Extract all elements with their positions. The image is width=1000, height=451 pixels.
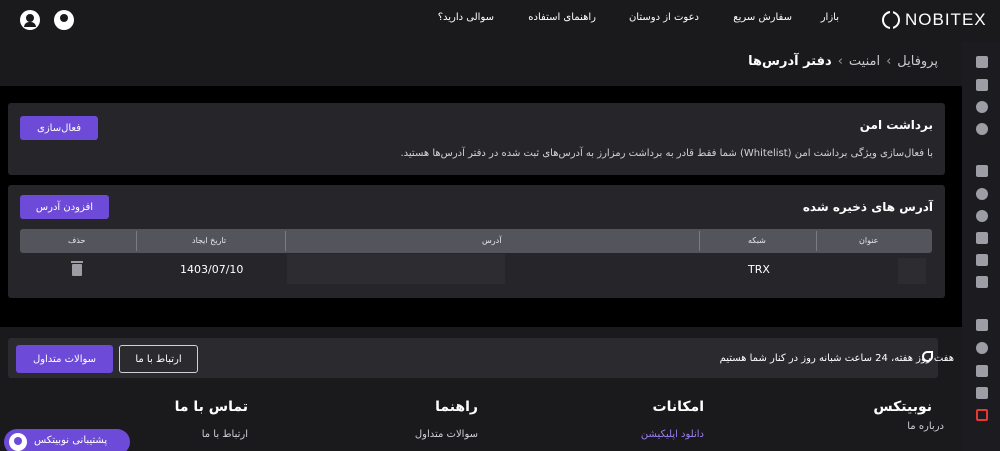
footer-link-download-app[interactable]: دانلود اپلیکیشن <box>641 429 704 440</box>
trash-icon[interactable] <box>71 261 83 276</box>
redacted-address <box>287 254 505 284</box>
exchange-icon[interactable] <box>976 101 988 113</box>
footer-col-features-title: امکانات <box>652 399 704 415</box>
nav-help[interactable]: راهنمای استفاده <box>528 12 596 23</box>
column-divider <box>699 231 700 251</box>
logout-icon[interactable] <box>976 409 988 421</box>
calendar-icon[interactable] <box>976 276 988 288</box>
earn-icon[interactable] <box>976 210 988 222</box>
column-network: شبکه <box>748 236 766 245</box>
contact-us-button[interactable]: ارتباط با ما <box>119 345 198 373</box>
support-agent-icon <box>9 433 27 451</box>
notification-icon[interactable] <box>54 10 74 30</box>
add-address-button[interactable]: افزودن آدرس <box>20 195 109 219</box>
breadcrumb-bar: پروفایل › امنیت › دفتر آدرس‌ها <box>0 42 962 86</box>
coin-icon[interactable] <box>976 188 988 200</box>
nobitex-logo-icon <box>882 10 900 30</box>
staking-icon[interactable] <box>976 232 988 244</box>
profile-icon[interactable] <box>976 319 988 331</box>
nav-invite-friends[interactable]: دعوت از دوستان <box>629 12 699 23</box>
support-hours-text: هفت روز هفته، 24 ساعت شبانه روز در کنار … <box>719 353 954 364</box>
column-divider <box>136 231 137 251</box>
footer-link-about[interactable]: درباره ما <box>907 421 944 432</box>
saved-addresses-title: آدرس های ذخیره شده <box>802 200 933 214</box>
footer-link-faq[interactable]: سوالات متداول <box>415 429 478 440</box>
column-title: عنوان <box>859 236 879 245</box>
faq-button[interactable]: سوالات متداول <box>16 345 113 373</box>
addresses-table-header: عنوان شبکه آدرس تاریخ ایجاد حذف <box>20 229 932 253</box>
safe-withdraw-description: با فعال‌سازی ویژگی برداشت امن (Whitelist… <box>400 148 933 159</box>
dashboard-icon[interactable] <box>976 56 988 68</box>
row-network: TRX <box>748 263 770 276</box>
breadcrumb-profile[interactable]: پروفایل <box>897 54 938 69</box>
report-icon[interactable] <box>976 165 988 177</box>
nav-questions[interactable]: سوالی دارید؟ <box>438 12 494 23</box>
nav-market[interactable]: بازار <box>821 12 839 23</box>
redacted-title <box>898 258 926 284</box>
referral-icon[interactable] <box>976 387 988 399</box>
column-divider <box>285 231 286 251</box>
logo-text: NOBITEX <box>905 10 987 29</box>
wallet-icon[interactable] <box>976 79 988 91</box>
security-shield-icon[interactable] <box>976 342 988 354</box>
footer-col-guide-title: راهنما <box>435 399 478 415</box>
column-address: آدرس <box>482 236 502 245</box>
breadcrumb-address-book: دفتر آدرس‌ها <box>748 54 832 69</box>
support-chat-label: پشتیبانی نوبیتکس <box>34 435 108 446</box>
row-created-date: 1403/07/10 <box>180 263 244 276</box>
crown-icon[interactable] <box>976 254 988 266</box>
safe-withdraw-title: برداشت امن <box>859 118 933 132</box>
activate-button[interactable]: فعال‌سازی <box>20 116 98 140</box>
breadcrumb-security[interactable]: امنیت <box>849 54 880 69</box>
messages-icon[interactable] <box>976 365 988 377</box>
column-created-date: تاریخ ایجاد <box>192 236 227 245</box>
column-delete: حذف <box>68 236 86 245</box>
chevron-left-icon: › <box>886 54 892 69</box>
side-navigation <box>962 42 1000 451</box>
top-bar: NOBITEX بازار سفارش سریع دعوت از دوستان … <box>0 0 1000 42</box>
safe-withdraw-panel: برداشت امن با فعال‌سازی ویژگی برداشت امن… <box>8 103 945 175</box>
footer-col-contact-title: تماس با ما <box>174 399 248 415</box>
nav-quick-order[interactable]: سفارش سریع <box>733 12 792 23</box>
user-account-icon[interactable] <box>20 10 40 30</box>
footer-link-contact[interactable]: ارتباط با ما <box>202 429 248 440</box>
column-divider <box>816 231 817 251</box>
orders-icon[interactable] <box>976 123 988 135</box>
chevron-left-icon: › <box>837 54 843 69</box>
nobitex-logo[interactable]: NOBITEX <box>882 10 992 30</box>
footer-col-nobitex-title: نوبیتکس <box>873 399 932 415</box>
breadcrumb: پروفایل › امنیت › دفتر آدرس‌ها <box>748 54 938 69</box>
support-chat-button[interactable]: پشتیبانی نوبیتکس <box>4 429 130 451</box>
